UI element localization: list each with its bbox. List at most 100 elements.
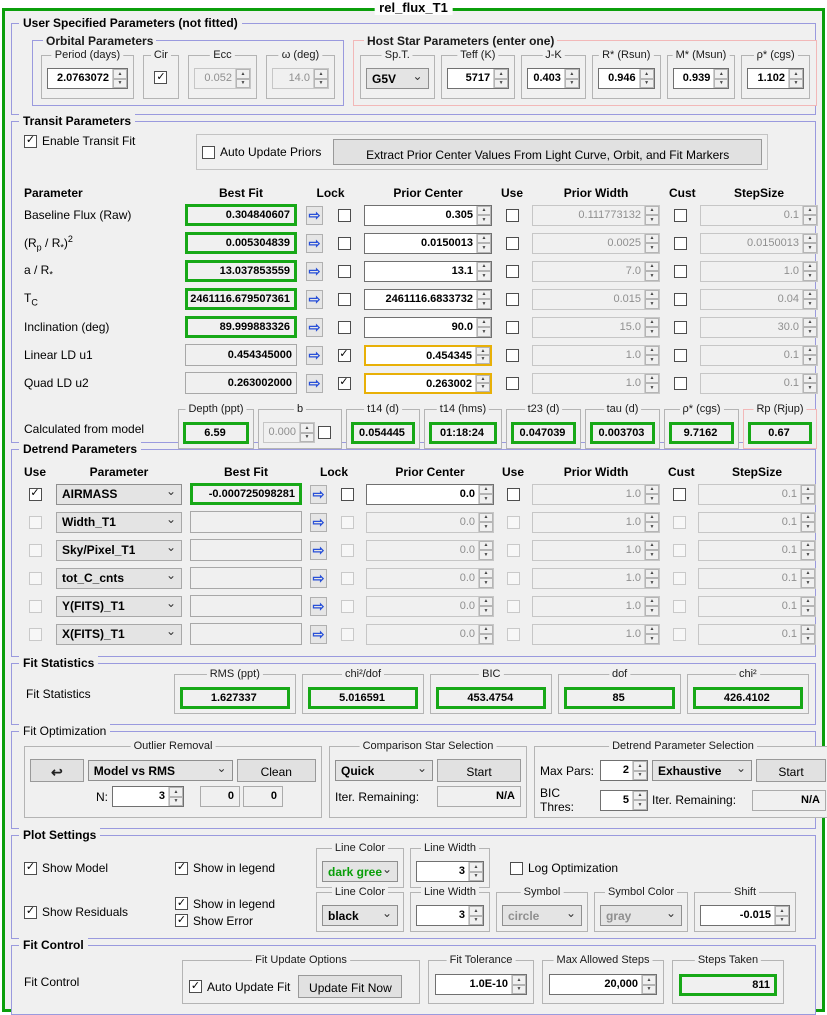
spin-down-icon[interactable]	[803, 215, 817, 225]
spin-down-icon[interactable]	[645, 327, 659, 337]
spin-down-icon[interactable]	[803, 327, 817, 337]
spin-down-icon[interactable]	[645, 383, 659, 393]
spin-up-icon[interactable]	[300, 423, 314, 433]
spinner-updown-buttons[interactable]	[632, 761, 647, 780]
prior-width-spinner[interactable]: 1.0	[532, 372, 660, 394]
custom-step-checkbox[interactable]	[672, 487, 686, 501]
show-in-legend-checkbox[interactable]	[175, 861, 188, 875]
spin-up-icon[interactable]	[476, 346, 490, 355]
spinner-updown-buttons[interactable]	[644, 317, 659, 337]
spinner-updown-buttons[interactable]	[468, 906, 483, 925]
prior-width-spinner[interactable]: 1.0	[532, 567, 660, 589]
max-pars-spinner[interactable]: 2	[600, 760, 648, 781]
prior-width-spinner[interactable]: 7.0	[532, 260, 660, 282]
transfer-best-fit-button[interactable]	[310, 568, 327, 588]
spinner-updown-buttons[interactable]	[800, 540, 815, 560]
spin-up-icon[interactable]	[235, 69, 250, 79]
use-prior-checkbox[interactable]	[505, 292, 519, 306]
prior-width-spinner[interactable]: 0.0025	[532, 232, 660, 254]
spin-down-icon[interactable]	[235, 78, 250, 88]
transfer-best-fit-button[interactable]	[306, 205, 323, 225]
spin-down-icon[interactable]	[479, 578, 493, 588]
use-prior-checkbox[interactable]	[506, 627, 520, 641]
transfer-best-fit-button[interactable]	[306, 345, 323, 365]
spin-down-icon[interactable]	[479, 634, 493, 644]
eccentricity-spinner[interactable]: 0.052	[193, 68, 251, 89]
mstar-spinner[interactable]: 0.939	[672, 68, 730, 89]
spin-up-icon[interactable]	[169, 787, 183, 797]
spin-down-icon[interactable]	[645, 243, 659, 253]
spin-up-icon[interactable]	[645, 261, 659, 271]
detrend-parameter-select[interactable]: AIRMASS	[56, 483, 182, 505]
spinner-updown-buttons[interactable]	[476, 233, 491, 253]
spinner-updown-buttons[interactable]	[632, 790, 647, 810]
spin-up-icon[interactable]	[803, 373, 817, 383]
spin-down-icon[interactable]	[645, 606, 659, 616]
detrend-selection-method-select[interactable]: Exhaustive	[652, 760, 752, 781]
model-show-in-legend[interactable]: Show in legend	[175, 861, 310, 875]
custom-step-checkbox[interactable]	[673, 376, 687, 390]
spin-down-icon[interactable]	[645, 634, 659, 644]
spinner-updown-buttons[interactable]	[478, 540, 493, 560]
spinner-updown-buttons[interactable]	[644, 484, 659, 504]
spin-down-icon[interactable]	[775, 915, 789, 925]
rstar-spinner[interactable]: 0.946	[597, 68, 655, 89]
custom-step-checkbox[interactable]	[672, 599, 686, 613]
use-prior-checkbox[interactable]	[505, 208, 519, 222]
prior-center-spinner[interactable]: 0.305	[364, 204, 492, 226]
lock-checkbox[interactable]	[340, 515, 354, 529]
period-spinner[interactable]: 2.0763072	[47, 68, 128, 89]
spinner-updown-buttons[interactable]	[493, 69, 509, 88]
prior-center-spinner[interactable]: 0.0150013	[364, 232, 492, 254]
lock-checkbox[interactable]	[340, 627, 354, 641]
auto-update-fit-checkbox[interactable]	[189, 980, 202, 993]
spinner-updown-buttons[interactable]	[478, 484, 493, 504]
use-prior-checkbox[interactable]	[506, 487, 520, 501]
use-prior-checkbox[interactable]	[505, 264, 519, 278]
use-detrend-checkbox[interactable]	[28, 571, 42, 585]
spin-down-icon[interactable]	[803, 355, 817, 365]
spinner-updown-buttons[interactable]	[802, 317, 817, 337]
spinner-updown-buttons[interactable]	[475, 374, 490, 392]
use-detrend-checkbox[interactable]	[28, 487, 42, 501]
spinner-updown-buttons[interactable]	[644, 512, 659, 532]
prior-width-spinner[interactable]: 1.0	[532, 623, 660, 645]
spin-down-icon[interactable]	[803, 243, 817, 253]
residuals-show-error[interactable]: Show Error	[175, 914, 310, 928]
detrend-parameter-select[interactable]: X(FITS)_T1	[56, 623, 182, 645]
spin-up-icon[interactable]	[645, 205, 659, 215]
transfer-best-fit-button[interactable]	[306, 289, 323, 309]
spinner-updown-buttons[interactable]	[644, 261, 659, 281]
teff-spinner[interactable]: 5717	[446, 68, 510, 89]
spin-up-icon[interactable]	[479, 540, 493, 550]
spinner-updown-buttons[interactable]	[644, 289, 659, 309]
spin-down-icon[interactable]	[477, 243, 491, 253]
spinner-updown-buttons[interactable]	[476, 205, 491, 225]
spin-down-icon[interactable]	[645, 271, 659, 281]
enable-transit-fit-checkbox[interactable]	[24, 134, 37, 148]
spinner-updown-buttons[interactable]	[299, 423, 314, 442]
spinner-updown-buttons[interactable]	[563, 69, 579, 88]
prior-center-spinner[interactable]: 90.0	[364, 316, 492, 338]
spinner-updown-buttons[interactable]	[802, 345, 817, 365]
spin-down-icon[interactable]	[642, 984, 656, 994]
spinner-updown-buttons[interactable]	[478, 596, 493, 616]
spin-up-icon[interactable]	[633, 790, 647, 800]
use-detrend-checkbox[interactable]	[28, 543, 42, 557]
prior-center-spinner[interactable]: 0.454345	[364, 344, 492, 366]
spin-down-icon[interactable]	[801, 550, 815, 560]
spin-down-icon[interactable]	[512, 984, 526, 994]
prior-center-spinner[interactable]: 0.0	[366, 595, 494, 617]
spin-down-icon[interactable]	[633, 770, 647, 780]
transfer-best-fit-button[interactable]	[310, 540, 327, 560]
residuals-show-in-legend[interactable]: Show in legend	[175, 897, 310, 911]
lock-checkbox[interactable]	[337, 208, 351, 222]
symbol-color-select[interactable]: gray	[600, 905, 682, 926]
spin-up-icon[interactable]	[714, 69, 729, 79]
spin-down-icon[interactable]	[476, 383, 490, 392]
spin-down-icon[interactable]	[477, 299, 491, 309]
use-prior-checkbox[interactable]	[505, 320, 519, 334]
spin-up-icon[interactable]	[801, 512, 815, 522]
detrend-parameter-select[interactable]: Width_T1	[56, 511, 182, 533]
spin-up-icon[interactable]	[479, 624, 493, 634]
